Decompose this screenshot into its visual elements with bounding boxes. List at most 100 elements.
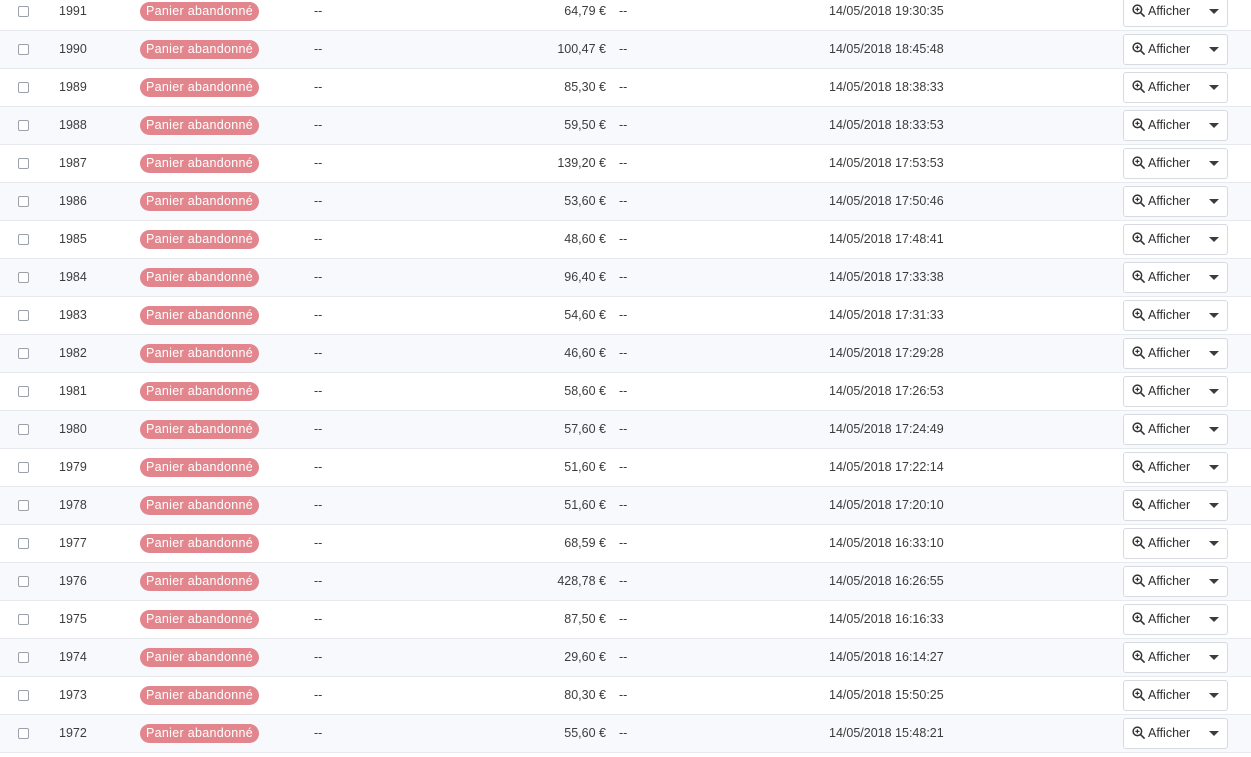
view-order-button[interactable]: Afficher [1132,187,1190,216]
caret-down-icon [1209,731,1219,736]
row-select-checkbox[interactable] [18,272,29,283]
view-order-button[interactable]: Afficher [1132,301,1190,330]
row-select-checkbox[interactable] [18,196,29,207]
row-select-checkbox[interactable] [18,424,29,435]
row-actions-dropdown-toggle[interactable] [1201,719,1227,748]
row-actions-dropdown-toggle[interactable] [1201,111,1227,140]
caret-down-icon [1209,579,1219,584]
view-order-button[interactable]: Afficher [1132,567,1190,596]
row-select-checkbox[interactable] [18,158,29,169]
view-order-button[interactable]: Afficher [1132,339,1190,368]
status-cell: Panier abandonné [140,639,259,676]
order-date: 14/05/2018 17:33:38 [829,270,944,284]
row-actions-dropdown-toggle[interactable] [1201,187,1227,216]
row-actions-dropdown-toggle[interactable] [1201,681,1227,710]
row-actions-dropdown-toggle[interactable] [1201,491,1227,520]
table-row: 1984 Panier abandonné -- 96,40 € -- 14/0… [0,259,1251,297]
view-order-button[interactable]: Afficher [1132,111,1190,140]
row-select-checkbox[interactable] [18,728,29,739]
status-badge: Panier abandonné [140,724,259,744]
row-select-checkbox[interactable] [18,386,29,397]
row-actions-dropdown-toggle[interactable] [1201,643,1227,672]
row-select-checkbox[interactable] [18,120,29,131]
row-select-checkbox[interactable] [18,234,29,245]
table-row: 1981 Panier abandonné -- 58,60 € -- 14/0… [0,373,1251,411]
row-select-checkbox[interactable] [18,310,29,321]
row-actions-dropdown-toggle[interactable] [1201,0,1227,26]
row-select-checkbox[interactable] [18,652,29,663]
view-order-button[interactable]: Afficher [1132,491,1190,520]
view-order-button[interactable]: Afficher [1132,377,1190,406]
customer-name: -- [314,194,323,208]
order-date: 14/05/2018 17:22:14 [829,460,944,474]
row-actions-dropdown-toggle[interactable] [1201,73,1227,102]
row-select-checkbox[interactable] [18,44,29,55]
view-order-button[interactable]: Afficher [1132,453,1190,482]
order-date: 14/05/2018 17:20:10 [829,498,944,512]
view-order-button[interactable]: Afficher [1132,643,1190,672]
payment-method: -- [619,422,628,436]
payment-method: -- [619,726,628,740]
row-select-checkbox[interactable] [18,614,29,625]
order-total: 428,78 € [557,574,606,588]
zoom-in-icon [1132,270,1145,283]
status-badge: Panier abandonné [140,116,259,136]
zoom-in-icon [1132,156,1145,169]
caret-down-icon [1209,351,1219,356]
row-actions-dropdown-toggle[interactable] [1201,453,1227,482]
view-order-button[interactable]: Afficher [1132,0,1190,26]
view-order-label: Afficher [1148,308,1191,322]
row-actions-dropdown-toggle[interactable] [1201,415,1227,444]
view-order-label: Afficher [1148,118,1191,132]
order-id: 1988 [59,118,87,132]
view-order-button[interactable]: Afficher [1132,263,1190,292]
payment-method: -- [619,384,628,398]
payment-method: -- [619,650,628,664]
status-cell: Panier abandonné [140,31,259,68]
row-select-checkbox[interactable] [18,462,29,473]
view-order-button[interactable]: Afficher [1132,35,1190,64]
caret-down-icon [1209,503,1219,508]
view-order-button[interactable]: Afficher [1132,149,1190,178]
zoom-in-icon [1132,308,1145,321]
caret-down-icon [1209,541,1219,546]
row-actions-dropdown-toggle[interactable] [1201,377,1227,406]
row-actions-dropdown-toggle[interactable] [1201,263,1227,292]
customer-name: -- [314,42,323,56]
row-actions-dropdown-toggle[interactable] [1201,225,1227,254]
view-order-button[interactable]: Afficher [1132,529,1190,558]
table-row: 1978 Panier abandonné -- 51,60 € -- 14/0… [0,487,1251,525]
customer-name: -- [314,726,323,740]
row-actions-dropdown-toggle[interactable] [1201,339,1227,368]
row-select-checkbox[interactable] [18,690,29,701]
row-actions-dropdown-toggle[interactable] [1201,35,1227,64]
zoom-in-icon [1132,346,1145,359]
payment-method: -- [619,156,628,170]
view-order-button[interactable]: Afficher [1132,719,1190,748]
payment-method: -- [619,498,628,512]
zoom-in-icon [1132,194,1145,207]
view-order-button[interactable]: Afficher [1132,225,1190,254]
row-actions-dropdown-toggle[interactable] [1201,301,1227,330]
view-order-button[interactable]: Afficher [1132,415,1190,444]
view-order-label: Afficher [1148,270,1191,284]
row-select-checkbox[interactable] [18,6,29,17]
row-actions-dropdown-toggle[interactable] [1201,605,1227,634]
payment-method: -- [619,308,628,322]
caret-down-icon [1209,237,1219,242]
row-actions-dropdown-toggle[interactable] [1201,149,1227,178]
row-actions-dropdown-toggle[interactable] [1201,567,1227,596]
row-select-checkbox[interactable] [18,82,29,93]
row-actions-group: Afficher [1123,34,1228,65]
view-order-button[interactable]: Afficher [1132,605,1190,634]
caret-down-icon [1209,123,1219,128]
row-select-checkbox[interactable] [18,348,29,359]
row-select-checkbox[interactable] [18,538,29,549]
payment-method: -- [619,574,628,588]
row-actions-dropdown-toggle[interactable] [1201,529,1227,558]
view-order-button[interactable]: Afficher [1132,681,1190,710]
row-select-checkbox[interactable] [18,500,29,511]
customer-name: -- [314,384,323,398]
view-order-button[interactable]: Afficher [1132,73,1190,102]
row-select-checkbox[interactable] [18,576,29,587]
